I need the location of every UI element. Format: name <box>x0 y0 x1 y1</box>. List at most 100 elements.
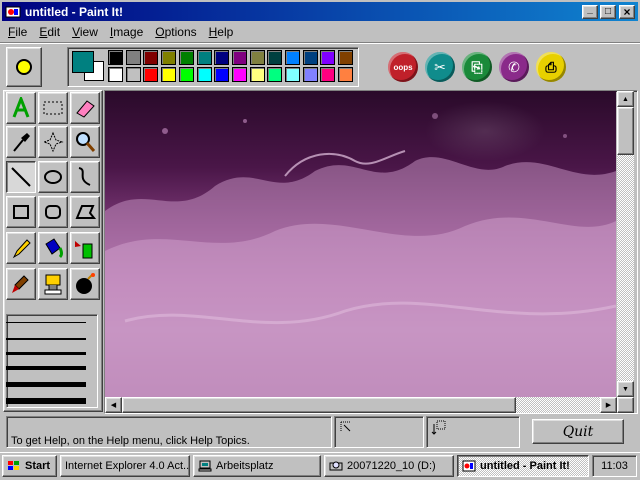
ellipse-tool[interactable] <box>38 161 68 193</box>
menu-image[interactable]: Image <box>104 25 149 39</box>
text-tool[interactable] <box>6 92 36 124</box>
menu-view[interactable]: View <box>66 25 104 39</box>
airbrush-tool[interactable] <box>70 232 100 264</box>
current-tool-dot-icon <box>16 59 32 75</box>
eyedropper-tool[interactable] <box>6 126 36 158</box>
palette-color-swatch[interactable] <box>285 50 300 65</box>
curve-tool[interactable] <box>70 161 100 193</box>
cut-button[interactable]: ✂ <box>425 52 455 82</box>
scroll-down-button[interactable]: ▼ <box>617 381 634 397</box>
line-width-1[interactable] <box>6 322 86 323</box>
palette-color-swatch[interactable] <box>196 50 212 65</box>
palette-color-swatch[interactable] <box>338 67 354 82</box>
palette-color-swatch[interactable] <box>267 50 283 65</box>
paint-bucket-icon <box>45 238 63 259</box>
menu-help[interactable]: Help <box>203 25 240 39</box>
quit-label: Quit <box>562 423 594 440</box>
line-width-2[interactable] <box>6 338 86 340</box>
arrow-up-icon: ▲ <box>622 95 629 103</box>
palette-color-swatch[interactable] <box>285 67 300 82</box>
taskbar-clock[interactable]: 11:03 <box>592 455 637 477</box>
menu-file[interactable]: File <box>2 25 33 39</box>
windows-logo-icon <box>8 461 19 470</box>
scroll-left-button[interactable]: ◀ <box>105 397 122 413</box>
palette-color-swatch[interactable] <box>143 67 159 82</box>
zoom-tool[interactable] <box>70 126 100 158</box>
select-tool[interactable] <box>38 92 68 124</box>
oops-icon: oops <box>393 62 413 72</box>
palette-color-swatch[interactable] <box>267 67 283 82</box>
palette-color-swatch[interactable] <box>214 50 230 65</box>
drawing-canvas[interactable] <box>105 91 616 397</box>
palette-color-swatch[interactable] <box>302 50 318 65</box>
pencil-tool[interactable] <box>6 232 36 264</box>
cursor-position-panel <box>334 416 424 448</box>
palette-color-swatch[interactable] <box>108 67 123 82</box>
minimize-button[interactable]: _ <box>582 4 598 19</box>
taskbar-item-drive-d[interactable]: 20071220_10 (D:) <box>324 455 454 477</box>
scroll-corner <box>617 397 634 413</box>
palette-color-swatch[interactable] <box>320 50 336 65</box>
selection-size-panel <box>426 416 520 448</box>
stamp-tool[interactable] <box>38 268 68 300</box>
eraser-icon <box>76 100 95 118</box>
palette-color-swatch[interactable] <box>302 67 318 82</box>
horizontal-scroll-thumb[interactable] <box>122 397 516 413</box>
line-width-6[interactable] <box>6 398 86 404</box>
line-width-3[interactable] <box>6 352 86 355</box>
rectangle-tool[interactable] <box>6 196 36 228</box>
paste-button[interactable]: ✆ <box>499 52 529 82</box>
palette-color-swatch[interactable] <box>178 67 194 82</box>
foreground-color-swatch[interactable] <box>72 51 94 73</box>
eraser-tool[interactable] <box>70 92 100 124</box>
copy-button[interactable]: ⎘ <box>462 52 492 82</box>
palette-color-swatch[interactable] <box>161 67 177 82</box>
palette-color-swatch[interactable] <box>249 50 265 65</box>
palette-color-swatch[interactable] <box>196 67 212 82</box>
bomb-tool[interactable] <box>70 268 100 300</box>
close-button[interactable]: × <box>619 4 635 19</box>
taskbar-item-internet-explorer[interactable]: Internet Explorer 4.0 Act... <box>60 455 190 477</box>
palette-color-swatch[interactable] <box>178 50 194 65</box>
taskbar-item-arbeitsplatz[interactable]: Arbeitsplatz <box>193 455 321 477</box>
palette-color-swatch[interactable] <box>161 50 177 65</box>
palette-color-swatch[interactable] <box>125 67 141 82</box>
line-icon <box>11 167 31 187</box>
taskbar-item-paint-it[interactable]: untitled - Paint It! <box>457 455 589 477</box>
rounded-rectangle-tool[interactable] <box>38 196 68 228</box>
taskbar-item-label: untitled - Paint It! <box>480 460 570 472</box>
menu-options[interactable]: Options <box>149 25 202 39</box>
curve-icon <box>78 167 91 186</box>
palette-color-swatch[interactable] <box>108 50 123 65</box>
print-button[interactable]: ⎙ <box>536 52 566 82</box>
start-button[interactable]: Start <box>2 455 57 477</box>
palette-color-swatch[interactable] <box>231 67 247 82</box>
vertical-scroll-thumb[interactable] <box>617 107 634 155</box>
current-tool-indicator[interactable] <box>6 47 42 87</box>
palette-color-swatch[interactable] <box>338 50 354 65</box>
palette-color-swatch[interactable] <box>143 50 159 65</box>
free-select-tool[interactable] <box>38 126 68 158</box>
palette-color-swatch[interactable] <box>125 50 141 65</box>
rounded-rectangle-icon <box>45 205 61 219</box>
maximize-button[interactable]: □ <box>600 4 616 19</box>
palette-color-swatch[interactable] <box>231 50 247 65</box>
menu-edit[interactable]: Edit <box>33 25 66 39</box>
polygon-icon <box>75 205 96 219</box>
palette-color-swatch[interactable] <box>214 67 230 82</box>
palette-color-swatch[interactable] <box>249 67 265 82</box>
scroll-right-button[interactable]: ▶ <box>600 397 617 413</box>
oops-button[interactable]: oops <box>388 52 418 82</box>
window-title: untitled - Paint It! <box>25 4 123 19</box>
palette-color-swatch[interactable] <box>320 67 336 82</box>
pencil-icon <box>12 239 31 259</box>
scroll-up-button[interactable]: ▲ <box>617 91 634 107</box>
line-tool[interactable] <box>6 161 36 193</box>
print-icon: ⎙ <box>545 58 557 75</box>
fill-tool[interactable] <box>38 232 68 264</box>
polygon-tool[interactable] <box>70 196 100 228</box>
line-width-5[interactable] <box>6 382 86 387</box>
line-width-4[interactable] <box>6 366 86 370</box>
quit-button[interactable]: Quit <box>532 419 624 444</box>
brush-tool[interactable] <box>6 268 36 300</box>
